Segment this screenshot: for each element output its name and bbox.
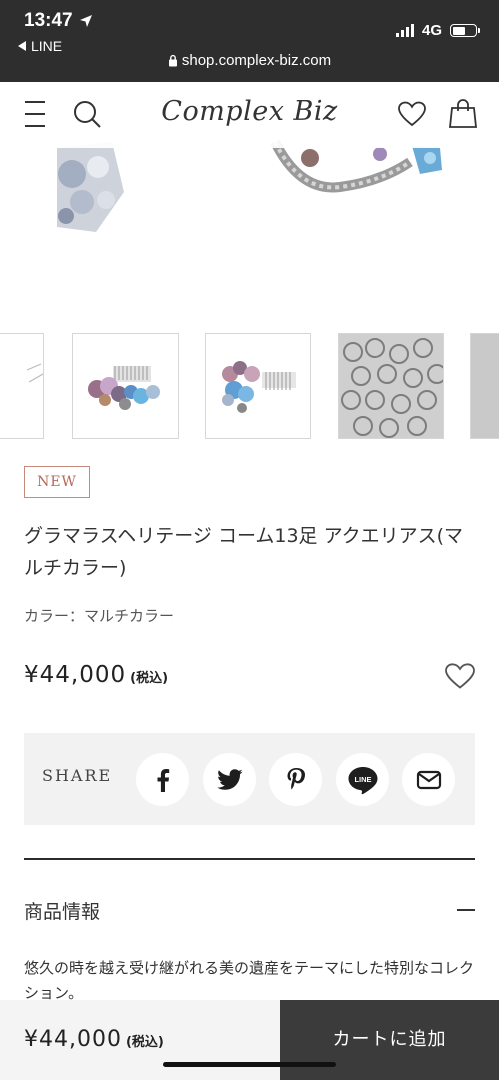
twitter-icon [216, 768, 242, 790]
thumbnail-2[interactable] [205, 333, 311, 439]
product-description: 悠久の時を越え受け継がれる美の遺産をテーマにした特別なコレクション。 [24, 959, 475, 1002]
cart-bag-icon[interactable] [449, 99, 477, 129]
bottom-price-value: ¥44,000 [24, 1027, 122, 1052]
clock: 13:47 [24, 10, 73, 31]
home-indicator [163, 1062, 336, 1067]
favorites-heart-icon[interactable] [397, 100, 427, 128]
facebook-icon [157, 768, 169, 792]
location-arrow-icon [79, 15, 92, 27]
tax-label: (税込) [130, 671, 169, 686]
bottom-tax-label: (税込) [125, 1035, 164, 1050]
share-panel: SHARE LINE [24, 733, 475, 825]
thumbnail-partial-right[interactable] [470, 333, 499, 439]
share-pinterest-button[interactable] [269, 753, 322, 806]
signal-icon [395, 24, 414, 37]
bottom-purchase-bar: ¥44,000 (税込) カートに追加 [0, 1000, 499, 1080]
network-type: 4G [421, 22, 442, 39]
share-mail-button[interactable] [402, 753, 455, 806]
section-divider [24, 858, 475, 860]
share-line-button[interactable]: LINE [336, 753, 389, 806]
site-header: Complex Biz [0, 82, 499, 148]
share-label: SHARE [42, 766, 113, 785]
product-price: ¥44,000 (税込) [24, 662, 168, 688]
status-bar: 13:47 LINE 4G shop.complex-biz.com [0, 0, 499, 82]
line-icon: LINE [348, 766, 377, 794]
product-info-heading[interactable]: 商品情報 [24, 897, 100, 924]
price-value: ¥44,000 [24, 662, 127, 688]
thumbnail-1[interactable] [72, 333, 179, 439]
mail-icon [416, 770, 441, 789]
new-badge: NEW [24, 466, 90, 498]
bottom-price: ¥44,000 (税込) [24, 1027, 164, 1052]
status-time: 13:47 [24, 10, 93, 32]
product-title: グラマラスヘリテージ コーム13足 アクエリアス(マルチカラー) [24, 525, 464, 579]
collapse-minus-icon[interactable] [457, 909, 475, 911]
product-color: カラー：マルチカラー [24, 607, 175, 625]
share-twitter-button[interactable] [203, 753, 256, 806]
line-icon-text: LINE [354, 775, 371, 784]
url-text: shop.complex-biz.com [181, 52, 332, 69]
battery-icon [450, 24, 480, 37]
back-triangle-icon [18, 41, 26, 51]
add-to-cart-button[interactable]: カートに追加 [280, 1000, 499, 1080]
share-facebook-button[interactable] [136, 753, 189, 806]
thumbnail-strip [0, 333, 499, 439]
status-indicators: 4G [395, 22, 480, 39]
thumbnail-3[interactable] [338, 333, 444, 439]
pinterest-icon [287, 767, 305, 789]
thumbnail-partial-left[interactable] [0, 333, 44, 439]
lock-icon [168, 54, 177, 67]
add-to-favorites-heart-icon[interactable] [444, 662, 476, 690]
address-bar[interactable]: shop.complex-biz.com [0, 52, 499, 69]
